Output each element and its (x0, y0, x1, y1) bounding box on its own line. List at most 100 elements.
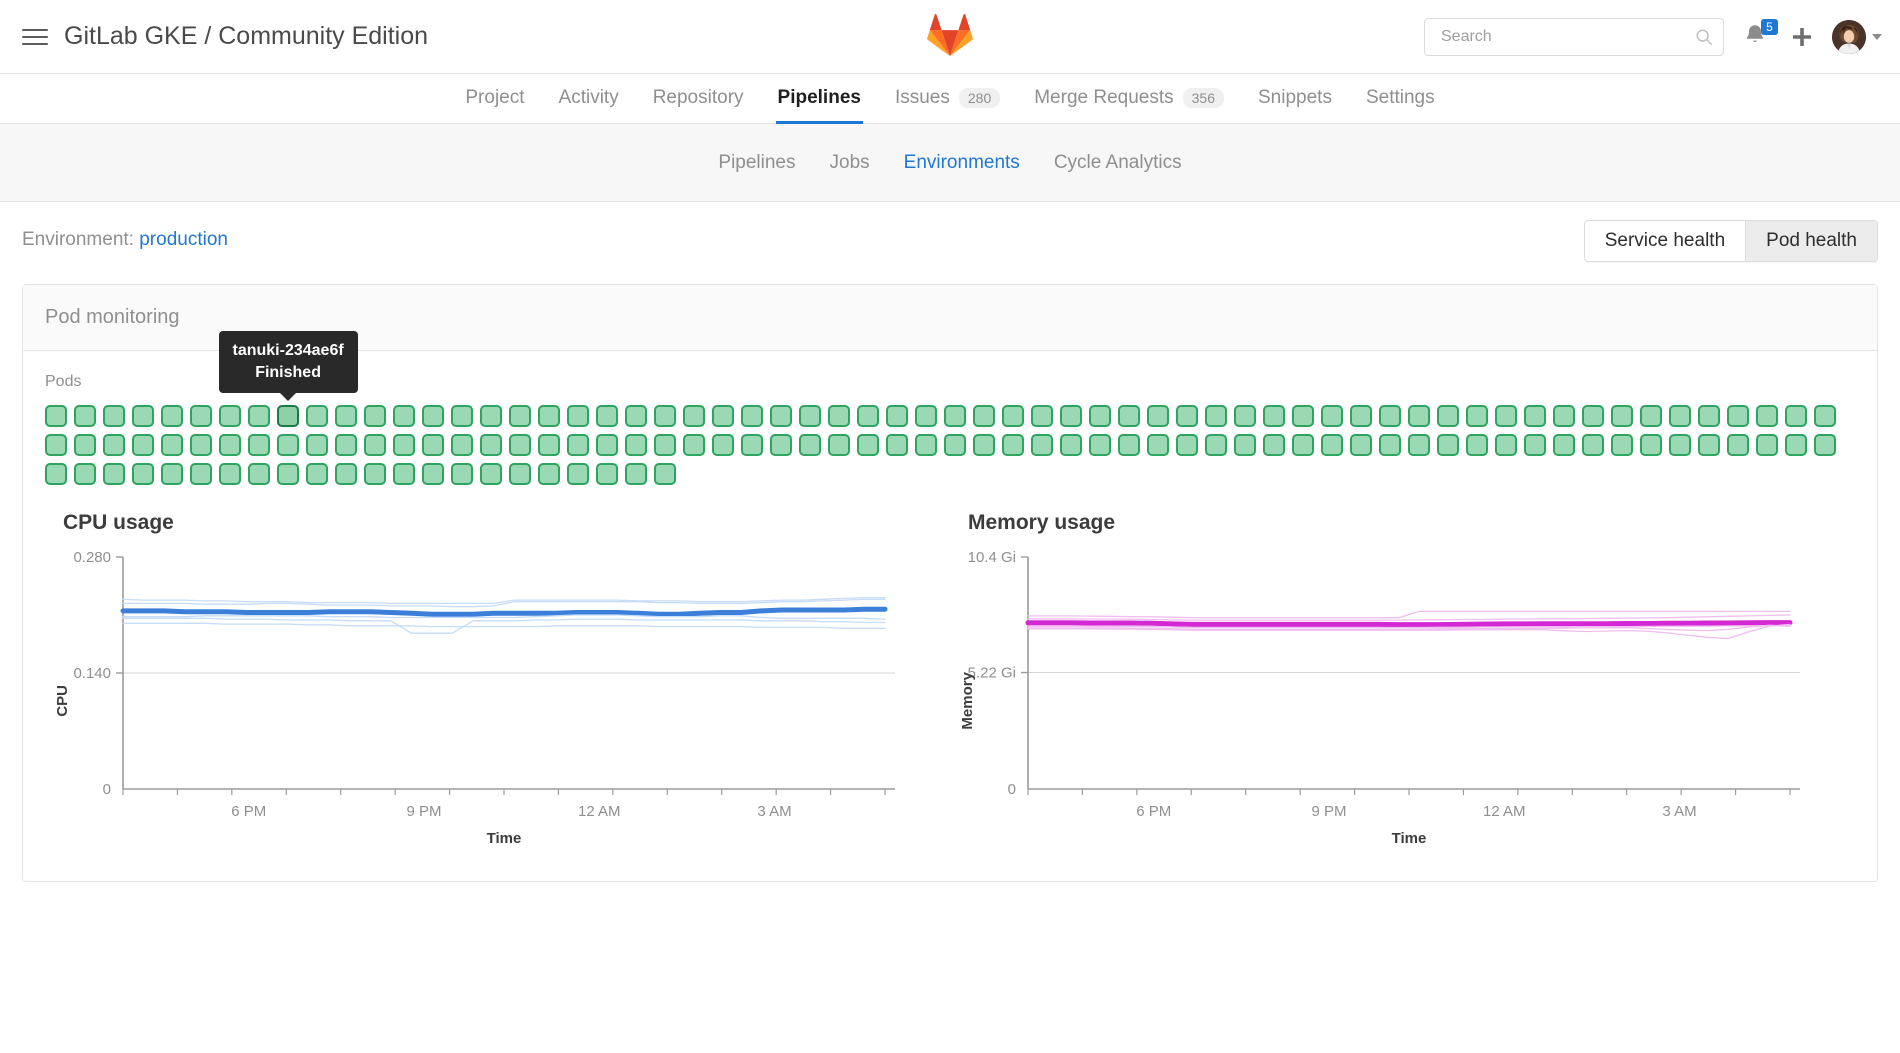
pod-square[interactable] (1727, 434, 1749, 456)
pod-square[interactable] (1524, 405, 1546, 427)
pod-square[interactable] (451, 463, 473, 485)
search-input[interactable] (1439, 27, 1695, 47)
pod-square[interactable] (74, 434, 96, 456)
pod-square[interactable] (1553, 405, 1575, 427)
pod-square[interactable] (1002, 434, 1024, 456)
pod-square[interactable] (1437, 405, 1459, 427)
pod-square[interactable] (857, 405, 879, 427)
pod-square[interactable] (799, 405, 821, 427)
pod-square[interactable] (1089, 434, 1111, 456)
pod-square[interactable] (1205, 434, 1227, 456)
sub-nav-item-jobs[interactable]: Jobs (830, 152, 870, 174)
pod-square[interactable] (103, 463, 125, 485)
pod-square[interactable] (74, 405, 96, 427)
pod-square[interactable] (770, 405, 792, 427)
pod-square[interactable] (567, 434, 589, 456)
pod-square[interactable] (509, 405, 531, 427)
pod-square[interactable] (1582, 405, 1604, 427)
pod-square[interactable] (828, 434, 850, 456)
pod-square[interactable] (915, 434, 937, 456)
pod-square[interactable] (1756, 405, 1778, 427)
pod-square[interactable] (1611, 434, 1633, 456)
pod-square[interactable] (1408, 434, 1430, 456)
pod-square[interactable] (567, 463, 589, 485)
pod-square[interactable] (1263, 434, 1285, 456)
pod-square[interactable] (161, 463, 183, 485)
pod-square[interactable] (1785, 405, 1807, 427)
pod-square[interactable] (1466, 434, 1488, 456)
pod-square[interactable] (364, 405, 386, 427)
pod-square[interactable] (1350, 405, 1372, 427)
pod-square[interactable] (1814, 434, 1836, 456)
pod-square[interactable] (770, 434, 792, 456)
pod-square[interactable] (625, 463, 647, 485)
pod-square[interactable] (422, 434, 444, 456)
pod-square[interactable] (306, 405, 328, 427)
pod-square[interactable] (480, 463, 502, 485)
pod-square[interactable] (1524, 434, 1546, 456)
nav-item-merge-requests[interactable]: Merge Requests 356 (1032, 75, 1226, 123)
pod-square[interactable] (45, 405, 67, 427)
search-icon[interactable] (1695, 28, 1713, 46)
pod-square[interactable] (393, 434, 415, 456)
pod-square[interactable] (364, 463, 386, 485)
pod-square[interactable] (1698, 405, 1720, 427)
pod-square[interactable] (480, 405, 502, 427)
pod-square[interactable] (538, 405, 560, 427)
pod-square[interactable] (1669, 434, 1691, 456)
pod-square[interactable] (741, 434, 763, 456)
pod-square[interactable] (74, 463, 96, 485)
plus-icon[interactable] (1790, 25, 1814, 49)
pod-square[interactable] (973, 434, 995, 456)
nav-item-repository[interactable]: Repository (651, 75, 746, 123)
pod-square[interactable] (654, 434, 676, 456)
pod-square[interactable] (1379, 405, 1401, 427)
pod-square[interactable] (422, 405, 444, 427)
pod-square[interactable] (1553, 434, 1575, 456)
sub-nav-item-cycle-analytics[interactable]: Cycle Analytics (1054, 152, 1182, 174)
pod-square[interactable] (45, 434, 67, 456)
pod-square[interactable] (248, 434, 270, 456)
pod-square[interactable] (1292, 405, 1314, 427)
pod-square[interactable] (1321, 405, 1343, 427)
pod-square[interactable] (451, 434, 473, 456)
pod-square[interactable] (306, 463, 328, 485)
pod-square[interactable] (1292, 434, 1314, 456)
pod-square[interactable] (1031, 405, 1053, 427)
pod-square[interactable] (1727, 405, 1749, 427)
pod-square[interactable] (103, 434, 125, 456)
pod-square[interactable] (248, 463, 270, 485)
pod-square[interactable] (1814, 405, 1836, 427)
pod-square[interactable] (741, 405, 763, 427)
pod-square[interactable] (277, 463, 299, 485)
pod-square[interactable] (335, 434, 357, 456)
hamburger-icon[interactable] (22, 24, 52, 50)
pod-square[interactable] (654, 405, 676, 427)
pod-square[interactable] (1437, 434, 1459, 456)
pod-square[interactable] (451, 405, 473, 427)
pod-square[interactable] (190, 434, 212, 456)
service-health-button[interactable]: Service health (1585, 221, 1745, 261)
pod-square[interactable] (393, 463, 415, 485)
pod-square[interactable] (625, 405, 647, 427)
nav-item-pipelines[interactable]: Pipelines (776, 75, 863, 123)
pod-square[interactable] (1060, 434, 1082, 456)
pod-square[interactable] (132, 405, 154, 427)
pod-square[interactable] (132, 463, 154, 485)
sub-nav-item-pipelines[interactable]: Pipelines (718, 152, 795, 174)
pod-square[interactable] (1611, 405, 1633, 427)
pod-square[interactable] (1698, 434, 1720, 456)
pod-square[interactable] (538, 434, 560, 456)
pod-square[interactable] (1582, 434, 1604, 456)
pod-square[interactable] (1176, 434, 1198, 456)
pod-square[interactable] (422, 463, 444, 485)
pod-square[interactable] (1147, 434, 1169, 456)
avatar[interactable] (1832, 20, 1866, 54)
pod-square[interactable] (219, 463, 241, 485)
pod-square[interactable] (1002, 405, 1024, 427)
pod-square[interactable] (509, 434, 531, 456)
pod-square[interactable] (973, 405, 995, 427)
pod-square[interactable] (1263, 405, 1285, 427)
nav-item-issues[interactable]: Issues 280 (893, 75, 1002, 123)
pod-square[interactable] (45, 463, 67, 485)
